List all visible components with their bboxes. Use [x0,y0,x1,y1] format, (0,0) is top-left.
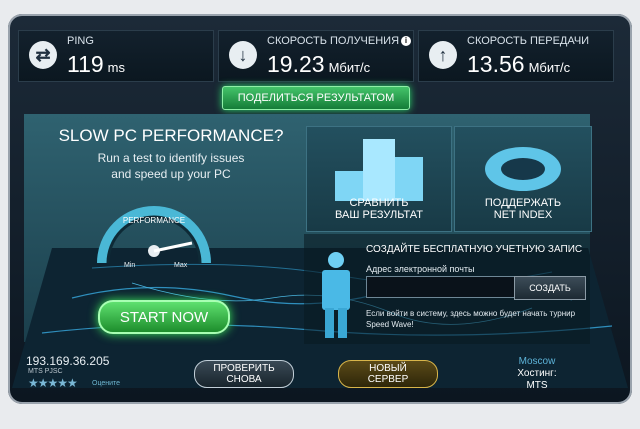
stats-bar: ⇄ PING 119 ms ↓ СКОРОСТЬ ПОЛУЧЕНИЯ i 19.23… [18,30,614,82]
compare-result-card[interactable]: СРАВНИТЬ ВАШ РЕЗУЛЬТАТ [306,126,452,232]
ping-stat: ⇄ PING 119 ms [18,30,214,82]
gauge-max-label: Max [174,262,188,269]
upload-arrow-icon: ↑ [429,41,457,69]
server-info: Moscow Хостинг: MTS [492,356,582,392]
promo-line-1: Run a test to identify issues [97,151,245,165]
download-stat: ↓ СКОРОСТЬ ПОЛУЧЕНИЯ i 19.23 Мбит/с [218,30,414,82]
start-now-button[interactable]: START NOW [98,300,230,334]
retest-button[interactable]: ПРОВЕРИТЬ СНОВА [194,360,294,388]
download-arrow-icon: ↓ [229,41,257,69]
upload-label: СКОРОСТЬ ПЕРЕДАЧИ [467,35,590,47]
server-city[interactable]: Moscow [492,356,582,368]
performance-gauge: PERFORMANCE Min Max [97,206,211,269]
download-value: 19.23 Мбит/с [267,51,371,77]
email-label: Адрес электронной почты [366,264,475,274]
ip-address: 193.169.36.205 [26,354,110,368]
netindex-caption: ПОДДЕРЖАТЬ NET INDEX [484,197,562,221]
download-label: СКОРОСТЬ ПОЛУЧЕНИЯ i [267,35,412,47]
isp-name: MTS PJSC [28,368,63,375]
ping-label: PING [67,35,94,47]
promo-line-2: and speed up your PC [111,167,231,181]
compare-caption: СРАВНИТЬ ВАШ РЕЗУЛЬТАТ [335,197,423,221]
upload-value: 13.56 Мбит/с [467,51,571,77]
gauge-min-label: Min [124,262,135,269]
rating-stars[interactable]: ★★★★★ [28,376,78,390]
new-server-button[interactable]: НОВЫЙ СЕРВЕР [338,360,438,388]
create-account-button[interactable]: СОЗДАТЬ [514,276,586,300]
ping-value: 119 ms [67,51,126,77]
person-icon [322,252,350,338]
gauge-label: PERFORMANCE [123,216,185,225]
rate-label: Оцените [92,380,121,387]
signup-note: Если войти в систему, здесь можно будет … [366,309,576,329]
info-icon[interactable]: i [401,36,412,47]
signup-title: СОЗДАЙТЕ БЕСПЛАТНУЮ УЧЕТНУЮ ЗАПИС [366,244,583,255]
promo-title: SLOW PC PERFORMANCE? [58,126,284,145]
bar-chart-icon [335,139,423,201]
upload-stat: ↑ СКОРОСТЬ ПЕРЕДАЧИ 13.56 Мбит/с [418,30,614,82]
host-name: MTS [526,380,548,391]
hosting-label: Хостинг: [517,368,557,379]
stadium-icon [485,147,561,191]
email-field[interactable] [366,276,516,298]
exchange-arrows-icon: ⇄ [29,41,57,69]
netindex-card[interactable]: ПОДДЕРЖАТЬ NET INDEX [454,126,592,232]
share-result-button[interactable]: ПОДЕЛИТЬСЯ РЕЗУЛЬТАТОМ [222,86,410,110]
